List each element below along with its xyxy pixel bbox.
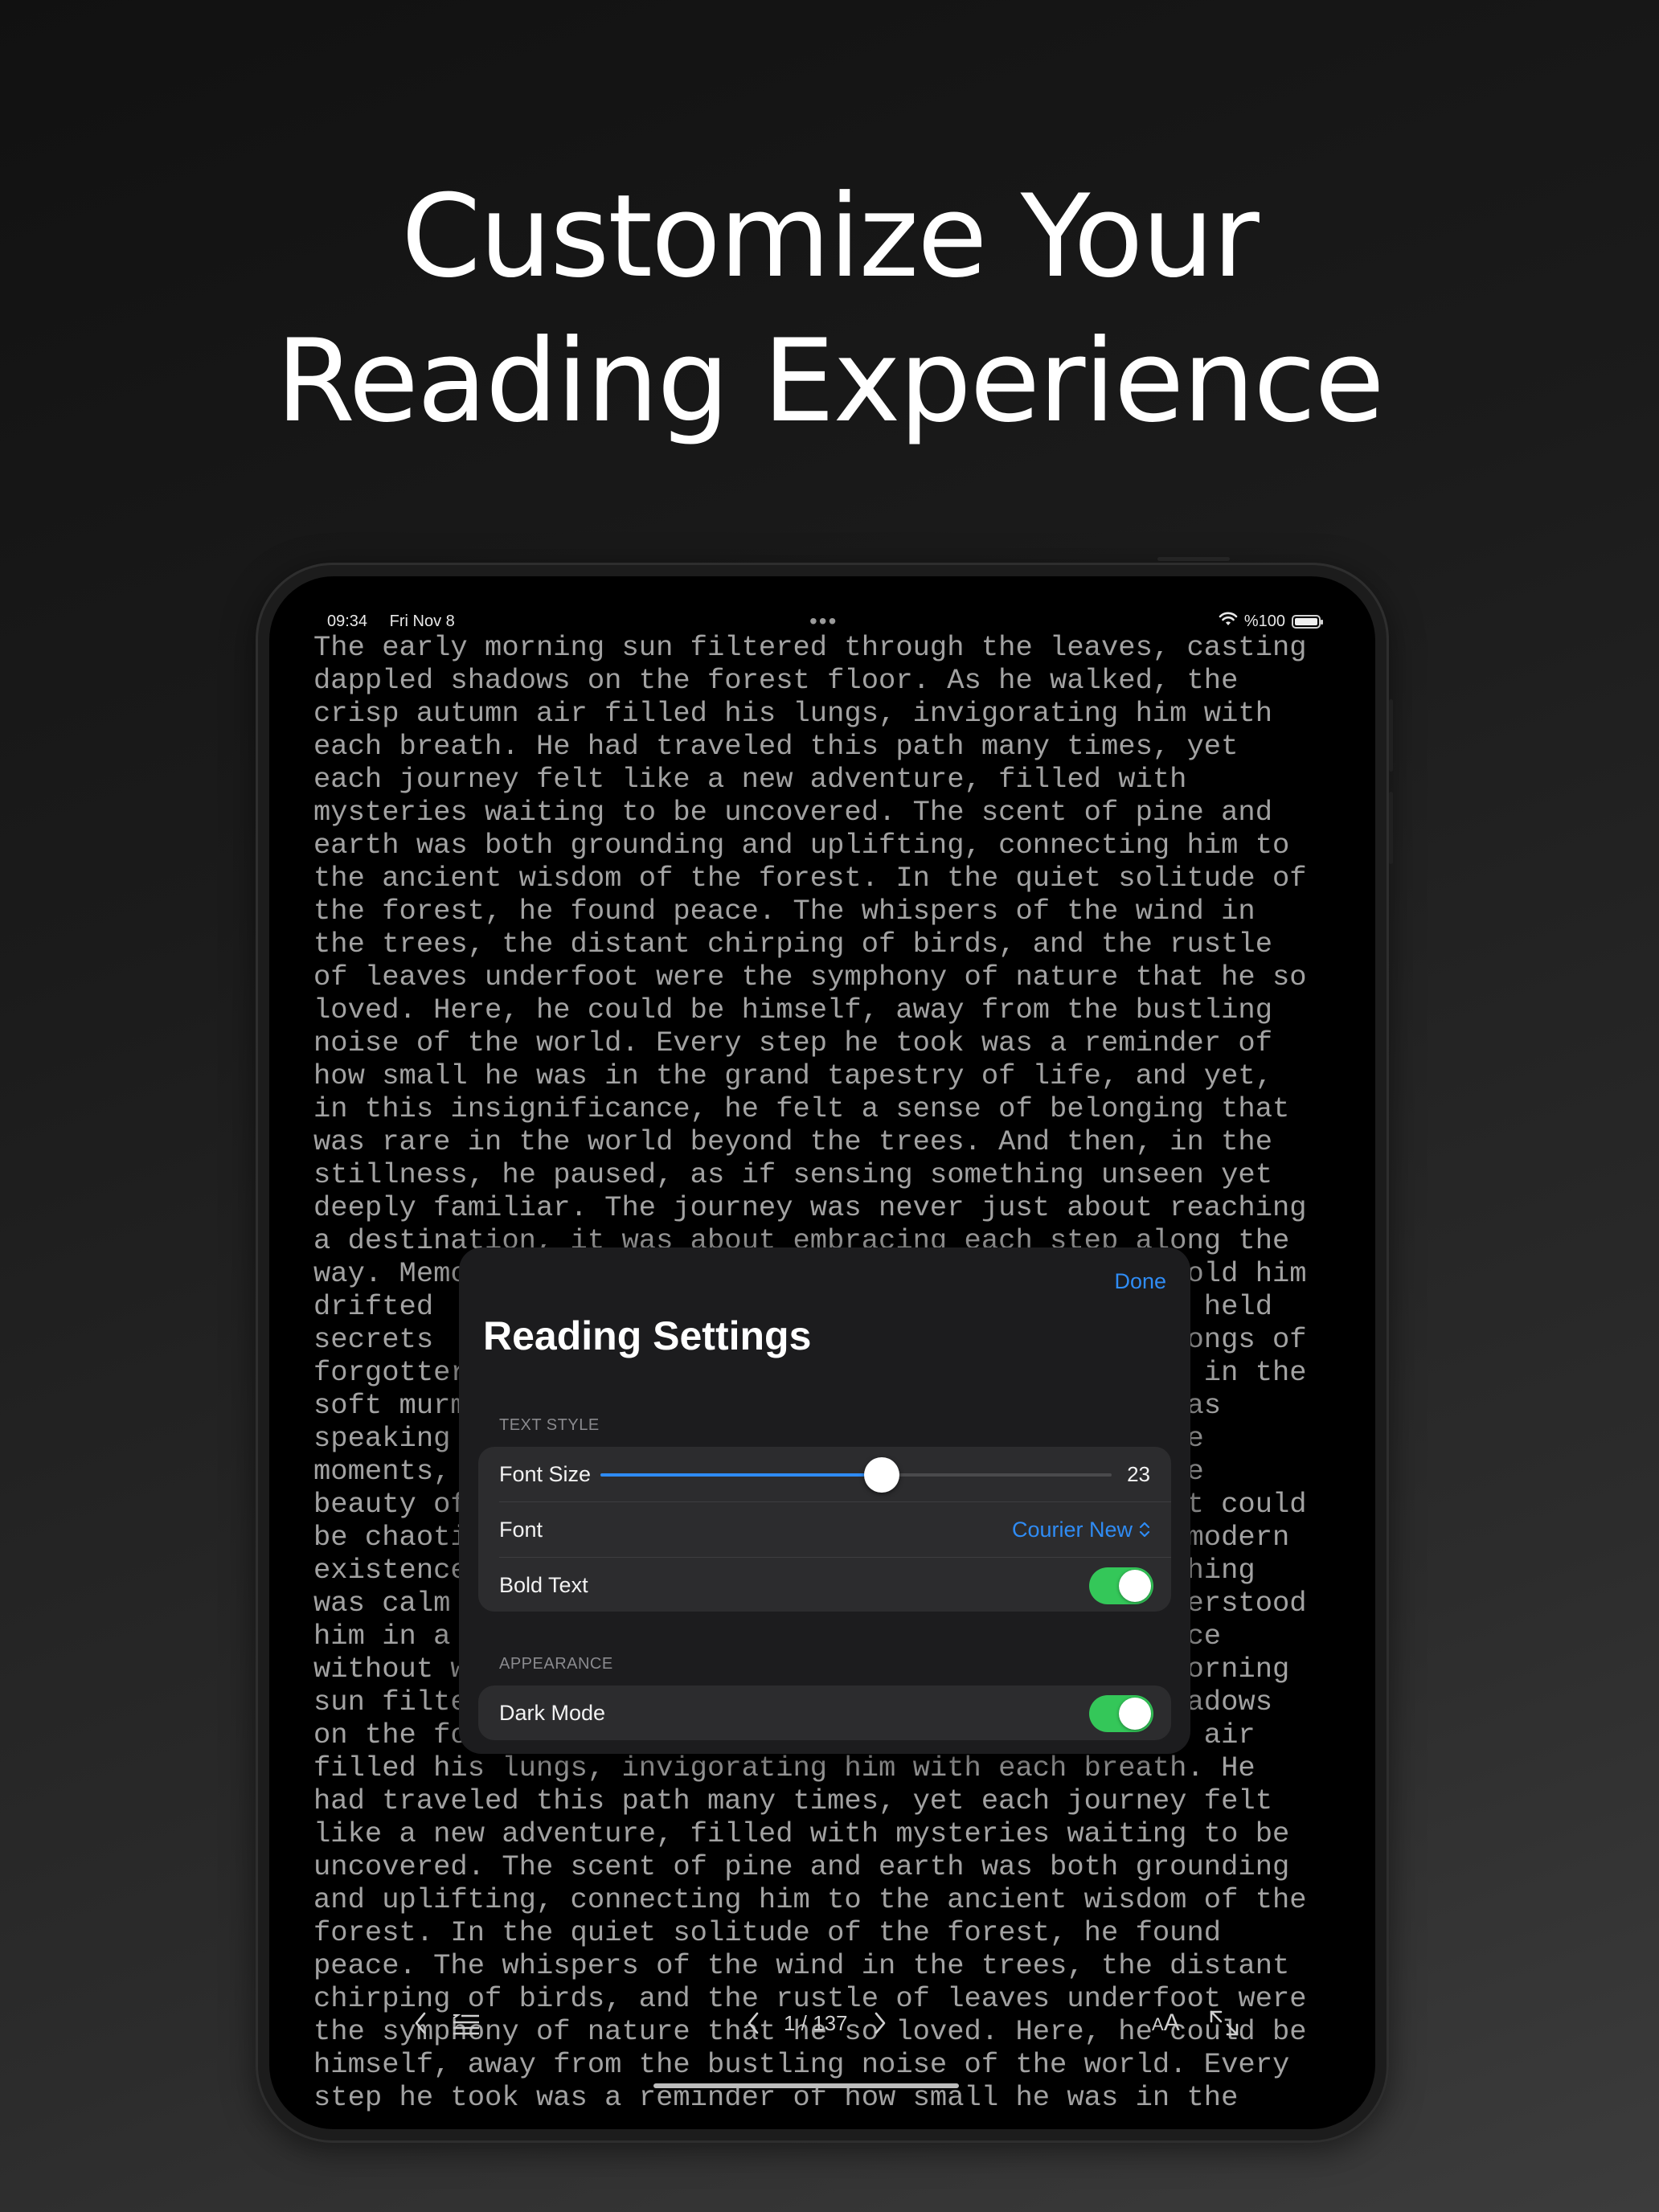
fullscreen-button[interactable] (1208, 1999, 1240, 2064)
chevron-up-down-icon (1139, 1522, 1150, 1538)
back-button[interactable] (412, 1999, 428, 2064)
text-settings-button[interactable]: AA (1152, 1999, 1180, 2049)
home-indicator[interactable] (653, 2083, 959, 2088)
font-row[interactable]: Font Courier New (478, 1502, 1171, 1557)
chevron-left-icon (748, 2012, 759, 2034)
section-label-appearance: APPEARANCE (499, 1655, 613, 1673)
text-size-icon: A (1152, 2014, 1164, 2034)
battery-icon (1292, 614, 1323, 629)
sheet-title: Reading Settings (483, 1313, 812, 1358)
toggle-knob (1119, 1570, 1151, 1602)
font-size-slider-thumb[interactable] (864, 1457, 899, 1493)
dark-mode-row: Dark Mode (478, 1686, 1171, 1740)
dark-mode-label: Dark Mode (499, 1701, 606, 1725)
font-size-slider-fill (600, 1473, 882, 1477)
hero-line-1: Customize Your (401, 170, 1260, 303)
next-page-button[interactable] (872, 1999, 888, 2064)
font-size-label: Font Size (499, 1462, 592, 1486)
table-of-contents-button[interactable] (452, 1999, 481, 2064)
device-top-button (1157, 557, 1230, 561)
font-value: Courier New (1011, 1518, 1133, 1542)
expand-icon (1210, 2010, 1239, 2036)
font-size-slider[interactable] (600, 1457, 1112, 1493)
status-date: Fri Nov 8 (389, 612, 455, 630)
toggle-knob (1119, 1698, 1151, 1730)
section-label-text-style: TEXT STYLE (499, 1416, 600, 1434)
page-indicator: 1 / 137 (784, 2011, 848, 2035)
font-picker[interactable]: Courier New (1012, 1502, 1150, 1557)
bold-text-label: Bold Text (499, 1573, 588, 1597)
font-label: Font (499, 1518, 543, 1542)
reader-toolbar: 1 / 137 AA (269, 1999, 1375, 2047)
text-style-group: Font Size 23 Font Courier New Bold Text (478, 1447, 1171, 1612)
previous-page-button[interactable] (745, 1999, 761, 2064)
table-of-contents-icon (453, 2014, 479, 2035)
hero-headline: Customize Your Reading Experience (0, 165, 1659, 454)
dark-mode-toggle[interactable] (1089, 1695, 1153, 1732)
font-size-value: 23 (1127, 1462, 1150, 1486)
bold-text-toggle[interactable] (1089, 1567, 1153, 1604)
font-size-row: Font Size 23 (478, 1447, 1171, 1501)
device-volume-down-button (1389, 792, 1393, 864)
chevron-left-icon (415, 2012, 426, 2034)
chevron-right-icon (875, 2012, 886, 2034)
appearance-group: Dark Mode (478, 1686, 1171, 1740)
reading-settings-sheet: Done Reading Settings TEXT STYLE Font Si… (459, 1247, 1190, 1754)
bold-text-row: Bold Text (478, 1558, 1171, 1612)
done-button[interactable]: Done (1114, 1265, 1166, 1297)
ipad-screen: 09:34 Fri Nov 8 ••• %100 The early morni… (269, 576, 1375, 2129)
device-volume-up-button (1389, 699, 1393, 772)
hero-line-2: Reading Experience (276, 315, 1384, 448)
text-size-icon-large: A (1163, 2009, 1180, 2036)
status-time: 09:34 (327, 612, 368, 630)
